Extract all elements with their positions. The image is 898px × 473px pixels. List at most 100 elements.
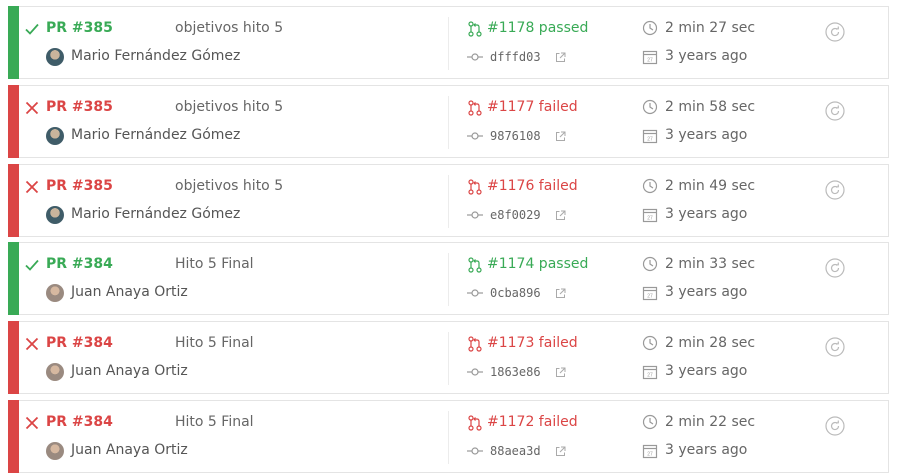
avatar-mario [46, 206, 64, 224]
build-duration: 2 min 33 sec [665, 256, 756, 272]
svg-text:27: 27 [647, 452, 653, 458]
commit-icon [467, 211, 483, 219]
pr-link[interactable]: PR #384 [46, 335, 113, 351]
pr-link[interactable]: PR #384 [46, 256, 113, 272]
restart-icon[interactable] [825, 22, 845, 42]
build-number-link[interactable]: #1174 passed [487, 256, 588, 272]
divider [448, 96, 449, 149]
pull-request-icon [468, 21, 482, 37]
commit-icon [467, 132, 483, 140]
clock-icon [642, 178, 658, 194]
clock-icon [642, 99, 658, 115]
external-link-icon[interactable] [555, 131, 566, 142]
calendar-icon: 27 [642, 50, 658, 65]
calendar-icon: 27 [642, 444, 658, 459]
pr-title: objetivos hito 5 [175, 178, 284, 194]
divider [448, 253, 449, 306]
build-duration: 2 min 22 sec [665, 414, 756, 430]
finished-time: 3 years ago [665, 363, 748, 379]
pr-link[interactable]: PR #385 [46, 178, 113, 194]
finished-time: 3 years ago [665, 206, 748, 222]
commit-sha-link[interactable]: 0cba896 [490, 286, 541, 300]
restart-icon[interactable] [825, 416, 845, 436]
commit-sha-link[interactable]: dfffd03 [490, 50, 541, 64]
clock-icon [642, 414, 658, 430]
svg-text:27: 27 [647, 373, 653, 379]
build-row: PR #384 Hito 5 Final Juan Anaya Ortiz #1… [8, 321, 889, 394]
author-name: Juan Anaya Ortiz [71, 442, 188, 458]
svg-text:27: 27 [647, 216, 653, 222]
pr-link[interactable]: PR #384 [46, 414, 113, 430]
divider [448, 175, 449, 228]
finished-time: 3 years ago [665, 442, 748, 458]
external-link-icon[interactable] [555, 210, 566, 221]
status-bar [8, 85, 19, 158]
pull-request-icon [468, 415, 482, 431]
build-row: PR #385 objetivos hito 5 Mario Fernández… [8, 85, 889, 158]
divider [448, 332, 449, 385]
author-name: Mario Fernández Gómez [71, 127, 241, 143]
divider [448, 17, 449, 70]
status-bar [8, 321, 19, 394]
pull-request-icon [468, 100, 482, 116]
commit-icon [467, 289, 483, 297]
build-row: PR #384 Hito 5 Final Juan Anaya Ortiz #1… [8, 242, 889, 315]
build-number-link[interactable]: #1172 failed [487, 414, 578, 430]
avatar-mario [46, 127, 64, 145]
build-row: PR #385 objetivos hito 5 Mario Fernández… [8, 6, 889, 79]
avatar-juan [46, 284, 64, 302]
restart-icon[interactable] [825, 101, 845, 121]
build-number-link[interactable]: #1173 failed [487, 335, 578, 351]
status-bar [8, 6, 19, 79]
pr-link[interactable]: PR #385 [46, 99, 113, 115]
avatar-juan [46, 363, 64, 381]
status-bar [8, 242, 19, 315]
build-duration: 2 min 49 sec [665, 178, 756, 194]
commit-icon [467, 53, 483, 61]
pr-title: Hito 5 Final [175, 256, 254, 272]
build-number-link[interactable]: #1178 passed [487, 20, 588, 36]
pr-link[interactable]: PR #385 [46, 20, 113, 36]
build-number-link[interactable]: #1176 failed [487, 178, 578, 194]
svg-text:27: 27 [647, 294, 653, 300]
commit-sha-link[interactable]: e8f0029 [490, 208, 541, 222]
divider [448, 411, 449, 464]
build-number-link[interactable]: #1177 failed [487, 99, 578, 115]
finished-time: 3 years ago [665, 284, 748, 300]
commit-icon [467, 447, 483, 455]
build-duration: 2 min 58 sec [665, 99, 756, 115]
clock-icon [642, 256, 658, 272]
calendar-icon: 27 [642, 129, 658, 144]
check-icon [24, 21, 40, 37]
status-bar [8, 400, 19, 473]
finished-time: 3 years ago [665, 48, 748, 64]
commit-sha-link[interactable]: 9876108 [490, 129, 541, 143]
restart-icon[interactable] [825, 180, 845, 200]
clock-icon [642, 335, 658, 351]
restart-icon[interactable] [825, 258, 845, 278]
restart-icon[interactable] [825, 337, 845, 357]
external-link-icon[interactable] [555, 52, 566, 63]
pr-title: Hito 5 Final [175, 335, 254, 351]
cross-icon [24, 100, 40, 116]
calendar-icon: 27 [642, 286, 658, 301]
external-link-icon[interactable] [555, 288, 566, 299]
external-link-icon[interactable] [555, 446, 566, 457]
build-row: PR #385 objetivos hito 5 Mario Fernández… [8, 164, 889, 237]
avatar-mario [46, 48, 64, 66]
pr-title: objetivos hito 5 [175, 20, 284, 36]
calendar-icon: 27 [642, 365, 658, 380]
commit-sha-link[interactable]: 88aea3d [490, 444, 541, 458]
author-name: Juan Anaya Ortiz [71, 363, 188, 379]
commit-sha-link[interactable]: 1863e86 [490, 365, 541, 379]
pr-title: objetivos hito 5 [175, 99, 284, 115]
svg-text:27: 27 [647, 137, 653, 143]
svg-text:27: 27 [647, 58, 653, 64]
external-link-icon[interactable] [555, 367, 566, 378]
calendar-icon: 27 [642, 208, 658, 223]
commit-icon [467, 368, 483, 376]
finished-time: 3 years ago [665, 127, 748, 143]
avatar-juan [46, 442, 64, 460]
author-name: Mario Fernández Gómez [71, 206, 241, 222]
pull-request-icon [468, 257, 482, 273]
